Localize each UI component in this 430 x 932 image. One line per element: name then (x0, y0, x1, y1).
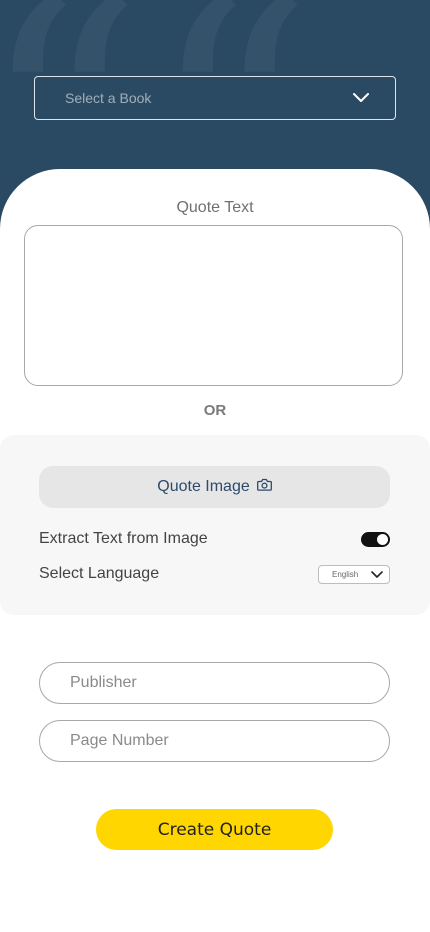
quote-image-label: Quote Image (157, 478, 250, 495)
quote-text-label: Quote Text (176, 199, 254, 216)
publisher-input[interactable] (39, 662, 390, 704)
extract-text-toggle[interactable] (361, 532, 390, 547)
book-select-dropdown[interactable]: Select a Book (34, 76, 396, 120)
extract-text-label: Extract Text from Image (39, 530, 208, 547)
quote-image-button[interactable]: Quote Image (39, 466, 390, 508)
select-language-label: Select Language (39, 565, 160, 582)
language-select[interactable]: English (318, 565, 390, 584)
quote-text-area[interactable] (24, 225, 403, 386)
create-quote-button[interactable]: Create Quote (96, 809, 333, 850)
chevron-down-icon (353, 93, 369, 103)
chevron-down-icon (371, 566, 383, 584)
toggle-knob (377, 534, 388, 545)
page-number-input[interactable] (39, 720, 390, 762)
or-separator: OR (203, 402, 227, 419)
camera-icon (256, 478, 272, 496)
book-select-label: Select a Book (65, 90, 152, 106)
language-value: English (332, 570, 359, 579)
image-panel (0, 435, 430, 615)
